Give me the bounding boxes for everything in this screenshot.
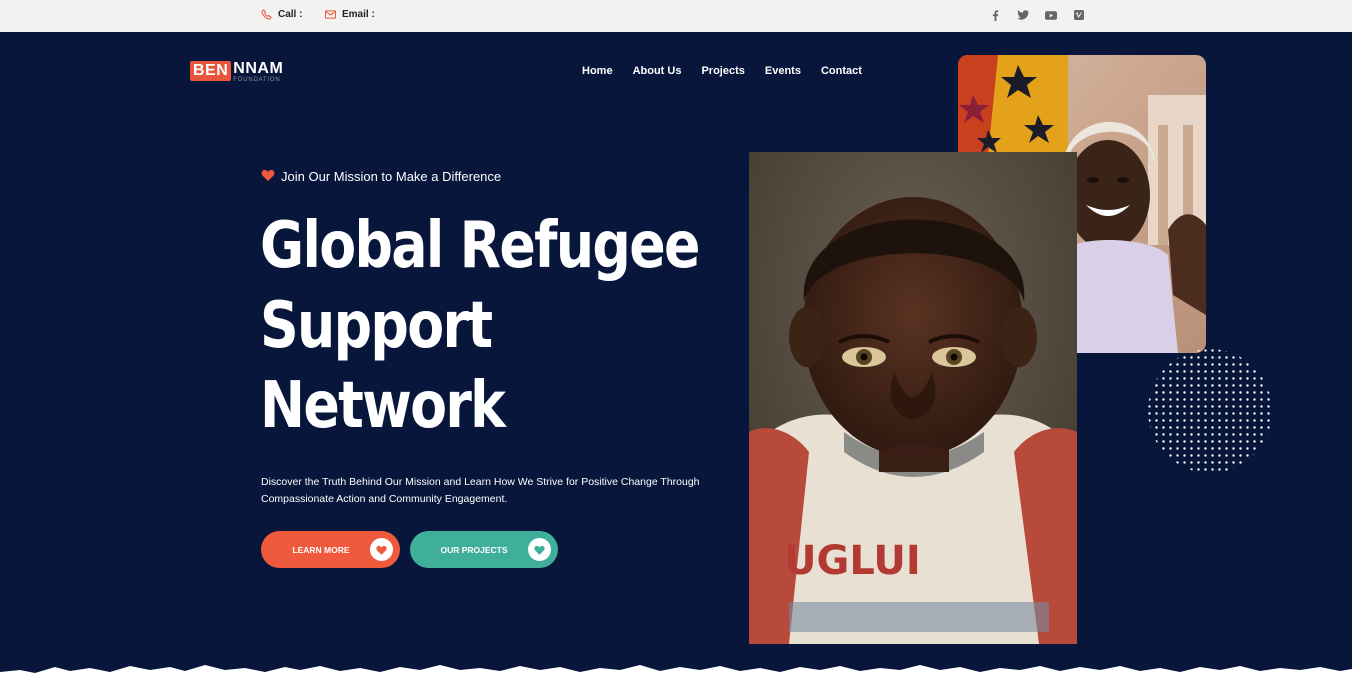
hero-title-line-1: Global Refugee [260, 209, 700, 283]
boy-portrait-photo: UGLUI [749, 152, 1077, 644]
hero-description: Discover the Truth Behind Our Mission an… [261, 476, 700, 505]
twitter-icon[interactable] [1016, 8, 1030, 22]
learn-more-label: LEARN MORE [292, 544, 350, 555]
dotted-circle-decoration [1148, 349, 1272, 473]
youtube-icon[interactable] [1044, 8, 1058, 22]
hero-title-line-3: Network [260, 369, 506, 443]
top-bar: Call : Email : [0, 0, 1352, 32]
our-projects-button[interactable]: OUR PROJECTS [410, 531, 558, 568]
facebook-icon[interactable] [988, 8, 1002, 22]
tagline-text: Join Our Mission to Make a Difference [281, 169, 502, 184]
logo-nnam: NNAM [233, 60, 284, 77]
envelope-icon [324, 10, 336, 19]
nav-about-us[interactable]: About Us [633, 65, 682, 77]
nav-home[interactable]: Home [582, 65, 613, 77]
hero-title: Global Refugee Support Network [260, 206, 730, 446]
logo-ben: BEN [190, 61, 232, 81]
learn-more-button[interactable]: LEARN MORE [261, 531, 400, 568]
hero-tagline: Join Our Mission to Make a Difference [261, 168, 501, 185]
logo-foundation: FOUNDATION [233, 77, 281, 83]
nav-contact[interactable]: Contact [821, 65, 862, 77]
torn-paper-divider [0, 665, 1352, 682]
hero-title-line-2: Support [260, 289, 493, 363]
call-label: Call : [278, 9, 303, 20]
email-label: Email : [342, 9, 375, 20]
svg-text:UGLUI: UGLUI [784, 538, 921, 584]
main-nav: Home About Us Projects Events Contact [582, 65, 862, 77]
vimeo-icon[interactable] [1072, 8, 1086, 22]
heart-icon [261, 168, 275, 185]
nav-events[interactable]: Events [765, 65, 801, 77]
site-logo[interactable]: BEN NNAM FOUNDATION [190, 61, 283, 84]
our-projects-label: OUR PROJECTS [440, 544, 508, 555]
nav-projects[interactable]: Projects [701, 65, 744, 77]
email-info[interactable]: Email : [324, 9, 375, 20]
phone-icon [260, 9, 272, 20]
call-info[interactable]: Call : [260, 9, 302, 20]
heart-icon [528, 538, 551, 561]
social-links [988, 8, 1086, 22]
heart-icon [370, 538, 393, 561]
